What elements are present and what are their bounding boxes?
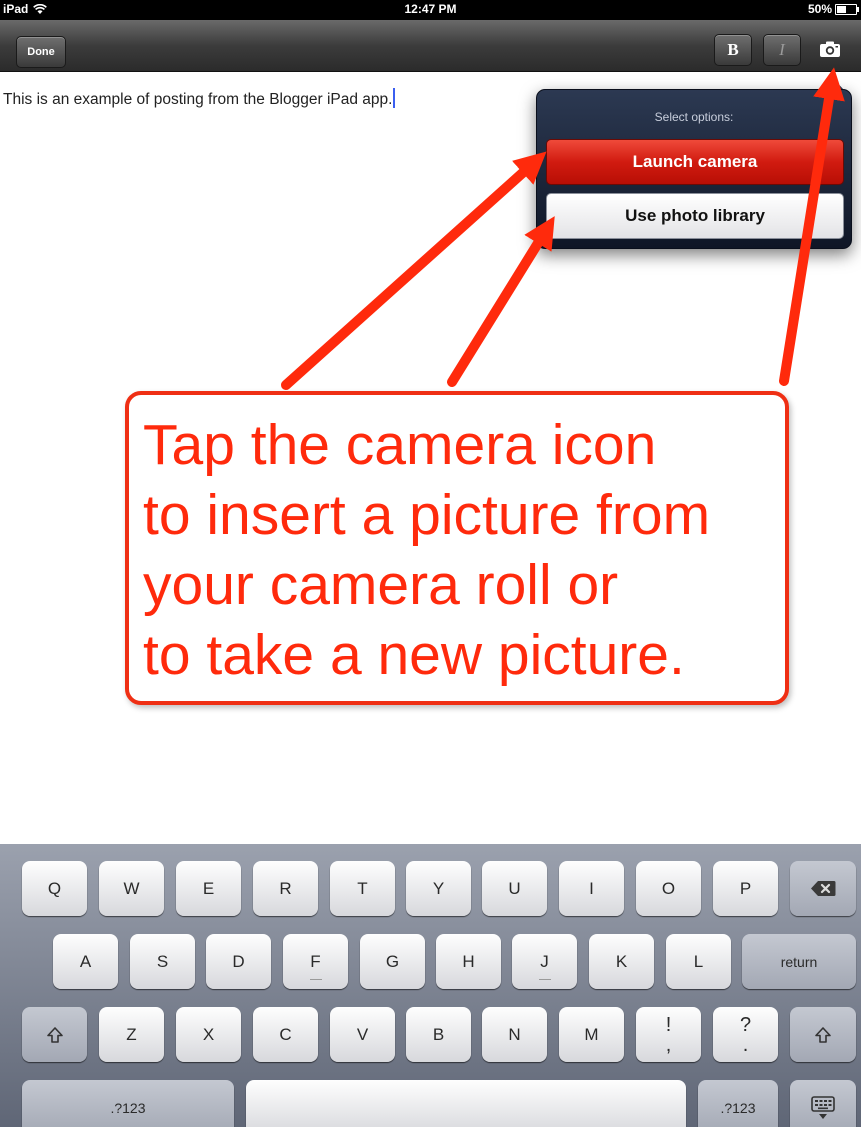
key-r[interactable]: R: [253, 861, 318, 916]
callout-line-3: your camera roll or: [143, 553, 619, 617]
key-c[interactable]: C: [253, 1007, 318, 1062]
key-f[interactable]: F: [283, 934, 348, 989]
key-b[interactable]: B: [406, 1007, 471, 1062]
shift-icon: [46, 1026, 63, 1043]
shift-icon: [815, 1026, 831, 1043]
key-question-label: ?: [739, 1013, 752, 1036]
key-w[interactable]: W: [99, 861, 164, 916]
ipad-screen: iPad 12:47 PM 50% Done B I This is an ex…: [0, 0, 861, 1127]
space-bar[interactable]: [246, 1080, 686, 1127]
numbers-key-right[interactable]: .?123: [698, 1080, 778, 1127]
key-exclamation-comma[interactable]: !,: [636, 1007, 701, 1062]
key-u[interactable]: U: [482, 861, 547, 916]
key-y[interactable]: Y: [406, 861, 471, 916]
arrow-to-camera-icon: [779, 67, 845, 386]
key-l[interactable]: L: [666, 934, 731, 989]
key-q[interactable]: Q: [22, 861, 87, 916]
backspace-key[interactable]: [790, 861, 856, 916]
backspace-icon: [811, 881, 836, 896]
key-i[interactable]: I: [559, 861, 624, 916]
hide-keyboard-icon: [811, 1095, 835, 1119]
callout-line-4: to take a new picture.: [143, 623, 685, 687]
key-v[interactable]: V: [330, 1007, 395, 1062]
numbers-key-right-label: .?123: [720, 1099, 756, 1116]
callout-line-1: Tap the camera icon: [143, 413, 657, 477]
key-d[interactable]: D: [206, 934, 271, 989]
annotation-callout: Tap the camera icon to insert a picture …: [125, 391, 789, 705]
key-comma-label: ,: [665, 1033, 672, 1056]
shift-key-left[interactable]: [22, 1007, 87, 1062]
home-row-bump: [538, 979, 551, 980]
key-o[interactable]: O: [636, 861, 701, 916]
home-row-bump: [309, 979, 322, 980]
key-period-label: .: [742, 1033, 749, 1056]
key-j-label: J: [540, 951, 549, 971]
key-t[interactable]: T: [330, 861, 395, 916]
numbers-key-left-label: .?123: [110, 1099, 146, 1116]
return-key-label: return: [780, 953, 818, 970]
key-a[interactable]: A: [53, 934, 118, 989]
key-x[interactable]: X: [176, 1007, 241, 1062]
key-k[interactable]: K: [589, 934, 654, 989]
key-z[interactable]: Z: [99, 1007, 164, 1062]
onscreen-keyboard: Q W E R T Y U I O P A S D F G H J K L re…: [0, 844, 861, 1127]
key-p[interactable]: P: [713, 861, 778, 916]
return-key[interactable]: return: [742, 934, 856, 989]
shift-key-right[interactable]: [790, 1007, 856, 1062]
key-question-period[interactable]: ?.: [713, 1007, 778, 1062]
numbers-key-left[interactable]: .?123: [22, 1080, 234, 1127]
key-h[interactable]: H: [436, 934, 501, 989]
key-s[interactable]: S: [130, 934, 195, 989]
key-j[interactable]: J: [512, 934, 577, 989]
key-f-label: F: [310, 951, 321, 971]
hide-keyboard-key[interactable]: [790, 1080, 856, 1127]
arrow-to-launch-camera: [281, 151, 547, 390]
key-exclamation-label: !: [665, 1013, 672, 1036]
key-g[interactable]: G: [360, 934, 425, 989]
callout-line-2: to insert a picture from: [143, 483, 711, 547]
key-m[interactable]: M: [559, 1007, 624, 1062]
arrow-to-photo-library: [447, 216, 555, 387]
key-n[interactable]: N: [482, 1007, 547, 1062]
key-e[interactable]: E: [176, 861, 241, 916]
